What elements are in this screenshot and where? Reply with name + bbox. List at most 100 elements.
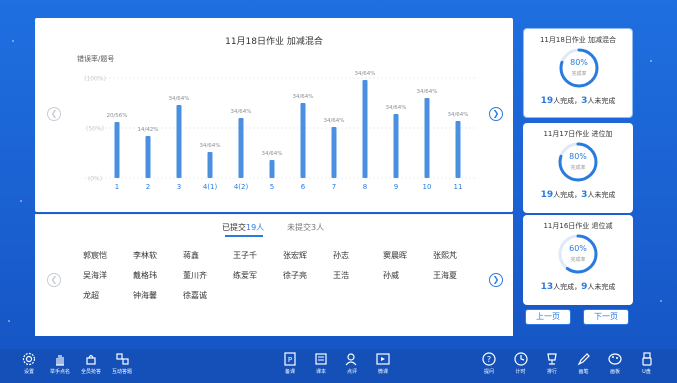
- decor-dot: [650, 60, 652, 62]
- toolbar-review-button[interactable]: 点评: [335, 352, 369, 375]
- toolbar-usb-button[interactable]: U盘: [630, 352, 664, 375]
- decor-dot: [20, 200, 22, 202]
- done-count: 19: [540, 96, 554, 106]
- toolbar-gear-button[interactable]: 设置: [12, 352, 46, 375]
- homework-card[interactable]: 11月18日作业 加减混合 80% 完成率 19人完成，3人未完成: [523, 28, 633, 118]
- alarm-icon: [86, 354, 96, 365]
- bar-data-label: 34/64%: [199, 143, 220, 149]
- bar[interactable]: [455, 121, 461, 178]
- student-name[interactable]: 戴格玮: [133, 270, 157, 281]
- next-page-button[interactable]: 下一页: [583, 309, 629, 325]
- students-next-button[interactable]: ❯: [489, 273, 503, 287]
- y-tick-label: (100%): [84, 76, 106, 83]
- done-label: 人完成，: [553, 97, 582, 105]
- student-name[interactable]: 王海夏: [433, 270, 457, 281]
- submission-tabs: 已提交19人 未提交3人: [35, 222, 513, 238]
- card-title: 11月18日作业 加减混合: [539, 36, 617, 44]
- x-tick-label: 4(2): [234, 183, 249, 191]
- decor-dot: [8, 320, 10, 322]
- completion-label: 完成率: [570, 165, 586, 171]
- bar[interactable]: [207, 152, 213, 178]
- toolbar-book-button[interactable]: 课本: [304, 352, 338, 375]
- x-tick-label: 5: [270, 183, 274, 191]
- toolbar-label: U盘: [642, 369, 651, 375]
- homework-card[interactable]: 11月17日作业 进位加 80% 完成率 19人完成，3人未完成: [523, 123, 633, 213]
- student-name[interactable]: 徐嘉诚: [183, 290, 207, 301]
- student-name[interactable]: 张宏辉: [283, 250, 307, 261]
- student-name[interactable]: 龙超: [83, 290, 99, 301]
- bar-data-label: 34/64%: [354, 71, 375, 77]
- toolbar-alarm-button[interactable]: 全员抢答: [74, 352, 108, 375]
- tab-active-indicator: [225, 235, 263, 237]
- chart-next-button[interactable]: ❯: [489, 107, 503, 121]
- student-name[interactable]: 孙威: [383, 270, 399, 281]
- students-prev-button[interactable]: ❮: [47, 273, 61, 287]
- toolbar-label: 计时: [515, 369, 526, 375]
- student-name[interactable]: 王子千: [233, 250, 257, 261]
- student-name[interactable]: 孙志: [333, 250, 349, 261]
- hand-icon: [56, 355, 64, 366]
- completion-percent: 60%: [569, 244, 587, 253]
- student-name[interactable]: 练爱军: [233, 270, 257, 281]
- toolbar-clock-button[interactable]: 计时: [504, 352, 538, 375]
- bar[interactable]: [331, 127, 337, 178]
- student-name[interactable]: 王浩: [333, 270, 349, 281]
- student-name[interactable]: 吴海洋: [83, 270, 107, 281]
- toolbar-ppt-button[interactable]: P 备课: [273, 352, 307, 375]
- toolbar-label: 全员抢答: [80, 369, 101, 375]
- bar[interactable]: [145, 136, 151, 178]
- bar[interactable]: [176, 105, 182, 178]
- tab-unsubmitted[interactable]: 未提交3人: [287, 222, 324, 233]
- toolbar-puzzle-button[interactable]: 互动答题: [105, 352, 139, 375]
- toolbar-label: 互动答题: [111, 369, 132, 375]
- card-title: 11月17日作业 进位加: [543, 130, 613, 138]
- student-name[interactable]: 蒋鑫: [183, 250, 199, 261]
- toolbar-question-button[interactable]: ? 提问: [472, 352, 506, 375]
- bar[interactable]: [362, 80, 368, 178]
- bar-data-label: 34/64%: [323, 118, 344, 124]
- bottom-toolbar: 设置 举手点名 全员抢答 互动答题 P 备课 课本 点评 微课 ? 提问 计时 排行 画笔 画板 U盘: [0, 349, 677, 383]
- bar[interactable]: [393, 114, 399, 178]
- x-tick-label: 9: [394, 183, 398, 191]
- homework-card[interactable]: 11月16日作业 退位减 60% 完成率 13人完成，9人未完成: [523, 215, 633, 305]
- tab-submitted[interactable]: 已提交19人: [222, 222, 264, 233]
- chart-prev-button[interactable]: ❮: [47, 107, 61, 121]
- completion-label: 完成率: [570, 257, 586, 263]
- bar-data-label: 34/64%: [416, 89, 437, 95]
- book-icon: [315, 353, 327, 365]
- x-tick-label: 6: [301, 183, 306, 191]
- student-name[interactable]: 窦晨晖: [383, 250, 407, 261]
- toolbar-video-button[interactable]: 微课: [366, 352, 400, 375]
- bar-chart: (100%) (50%) (0%) 20/56% 1 14/42% 2 34/64% 3 34/6…: [84, 71, 475, 191]
- bar[interactable]: [424, 98, 430, 178]
- toolbar-pen-button[interactable]: 画笔: [567, 352, 601, 375]
- question-icon: ?: [482, 352, 496, 366]
- bar[interactable]: [238, 118, 244, 178]
- x-tick-label: 3: [177, 183, 181, 191]
- toolbar-label: 举手点名: [49, 369, 70, 375]
- toolbar-trophy-button[interactable]: 排行: [535, 352, 569, 375]
- bar[interactable]: [300, 103, 306, 178]
- student-name[interactable]: 董川齐: [183, 270, 207, 281]
- prev-page-button[interactable]: 上一页: [525, 309, 571, 325]
- toolbar-label: 备课: [284, 369, 295, 375]
- student-name[interactable]: 李林软: [133, 250, 157, 261]
- toolbar-palette-button[interactable]: 画板: [598, 352, 632, 375]
- toolbar-hand-button[interactable]: 举手点名: [43, 352, 77, 375]
- done-label: 人完成，: [553, 283, 582, 291]
- toolbar-label: 排行: [546, 369, 557, 375]
- bar[interactable]: [114, 122, 120, 178]
- svg-text:P: P: [288, 356, 292, 364]
- completion-ring: [558, 234, 598, 274]
- chevron-left-icon: ❮: [50, 275, 58, 284]
- y-tick-label: (0%): [88, 176, 102, 183]
- student-name[interactable]: 郭宸恺: [83, 250, 107, 261]
- done-count: 19: [540, 190, 554, 200]
- student-name[interactable]: 张熙芃: [433, 250, 457, 261]
- student-name[interactable]: 徐子亮: [283, 270, 307, 281]
- bar[interactable]: [269, 160, 275, 178]
- toolbar-label: 画板: [609, 369, 620, 375]
- completion-ring: [559, 48, 599, 88]
- decor-dot: [660, 300, 662, 302]
- student-name[interactable]: 钟海馨: [133, 290, 157, 301]
